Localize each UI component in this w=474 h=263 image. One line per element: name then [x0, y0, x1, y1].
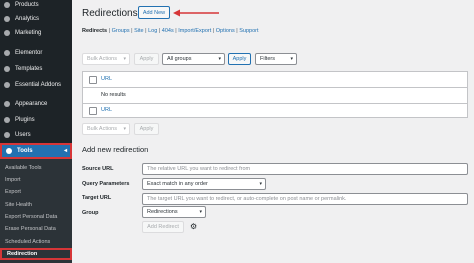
chevron-down-icon: ▾	[123, 126, 126, 132]
subnav-import-export[interactable]: Import/Export	[178, 28, 211, 34]
query-parameters-value: Exact match in any order	[147, 181, 208, 187]
group-label: Group	[82, 210, 99, 216]
menu-label: Products	[15, 2, 39, 8]
menu-label: Tools	[17, 148, 33, 154]
submenu-import[interactable]: Import	[0, 174, 72, 186]
apply-button-bottom[interactable]: Apply	[134, 123, 159, 135]
menu-essential-addons[interactable]: Essential Addons	[0, 77, 72, 93]
source-url-input[interactable]: The relative URL you want to redirect fr…	[142, 163, 468, 175]
submenu-redirection[interactable]: Redirection	[0, 248, 72, 260]
menu-users[interactable]: Users	[0, 127, 72, 143]
menu-label: Marketing	[15, 30, 42, 36]
redirects-table: URL No results URL	[82, 71, 468, 118]
add-new-button[interactable]: Add New	[138, 6, 170, 19]
table-row: No results	[83, 88, 467, 104]
bulk-actions-select-bottom[interactable]: Bulk Actions ▾	[82, 123, 130, 135]
subnav-support[interactable]: Support	[239, 28, 258, 34]
caret-left-icon: ◂	[63, 148, 67, 154]
group-value: Redirections	[147, 209, 178, 215]
query-parameters-select[interactable]: Exact match in any order ▾	[142, 178, 266, 190]
elementor-icon	[4, 50, 10, 56]
users-icon	[4, 132, 10, 138]
bulk-actions-value: Bulk Actions	[87, 126, 117, 132]
subnav-options[interactable]: Options	[216, 28, 235, 34]
url-column-header[interactable]: URL	[101, 72, 112, 87]
subnav-separator: |	[131, 28, 133, 34]
subnav-404s[interactable]: 404s	[162, 28, 174, 34]
group-select[interactable]: Redirections ▾	[142, 206, 206, 218]
filters-select[interactable]: Filters ▾	[255, 53, 297, 65]
menu-label: Templates	[15, 66, 43, 72]
menu-label: Plugins	[15, 117, 35, 123]
page-title: Redirections	[82, 8, 138, 19]
chevron-down-icon: ▾	[218, 56, 221, 62]
no-results-text: No results	[101, 92, 126, 98]
plugins-icon	[4, 117, 10, 123]
subnav: Redirects | Groups | Site | Log | 404s |…	[82, 28, 258, 34]
appearance-icon	[4, 101, 10, 107]
add-redirection-heading: Add new redirection	[82, 145, 149, 154]
group-filter-value: All groups	[167, 56, 192, 62]
menu-appearance[interactable]: Appearance	[0, 96, 72, 112]
menu-tools[interactable]: Tools ◂	[0, 143, 72, 159]
target-url-label: Target URL	[82, 195, 112, 201]
apply-button[interactable]: Apply	[134, 53, 159, 65]
menu-label: Analytics	[15, 16, 40, 22]
target-url-input[interactable]: The target URL you want to redirect, or …	[142, 193, 468, 205]
query-parameters-label: Query Parameters	[82, 181, 130, 187]
chevron-down-icon: ▾	[290, 56, 293, 62]
subnav-groups[interactable]: Groups	[112, 28, 130, 34]
table-header-row: URL	[83, 72, 467, 88]
menu-label: Elementor	[15, 50, 43, 56]
annotation-arrow-icon	[173, 9, 219, 17]
subnav-redirects[interactable]: Redirects	[82, 28, 107, 34]
chevron-down-icon: ▾	[199, 209, 202, 215]
submenu-erase-personal-data[interactable]: Erase Personal Data	[0, 223, 72, 235]
menu-marketing[interactable]: Marketing	[0, 25, 72, 41]
menu-label: Essential Addons	[15, 82, 62, 88]
tools-icon	[6, 148, 12, 154]
subnav-log[interactable]: Log	[148, 28, 157, 34]
bulk-actions-select[interactable]: Bulk Actions ▾	[82, 53, 130, 65]
menu-templates[interactable]: Templates	[0, 61, 72, 77]
add-redirect-button[interactable]: Add Redirect	[142, 221, 184, 233]
menu-label: Appearance	[15, 101, 48, 107]
source-url-label: Source URL	[82, 166, 114, 172]
subnav-separator: |	[175, 28, 177, 34]
addons-icon	[4, 82, 10, 88]
menu-label: Users	[15, 132, 31, 138]
select-all-checkbox[interactable]	[89, 76, 97, 84]
chevron-down-icon: ▾	[123, 56, 126, 62]
gear-icon[interactable]: ⚙	[190, 223, 197, 231]
subnav-separator: |	[108, 28, 111, 34]
submenu-scheduled-actions[interactable]: Scheduled Actions	[0, 236, 72, 248]
submenu-site-health[interactable]: Site Health	[0, 199, 72, 211]
subnav-separator: |	[236, 28, 238, 34]
group-filter-select[interactable]: All groups ▾	[162, 53, 225, 65]
main-content: Redirections Add New Redirects | Groups …	[72, 0, 474, 263]
url-column-footer[interactable]: URL	[101, 103, 112, 118]
table-footer-row: URL	[83, 103, 467, 118]
select-all-checkbox[interactable]	[89, 107, 97, 115]
filters-value: Filters	[260, 56, 275, 62]
tools-submenu: Available Tools Import Export Site Healt…	[0, 159, 72, 263]
menu-plugins[interactable]: Plugins	[0, 112, 72, 128]
submenu-export-personal-data[interactable]: Export Personal Data	[0, 211, 72, 223]
marketing-icon	[4, 30, 10, 36]
menu-elementor[interactable]: Elementor	[0, 45, 72, 61]
analytics-icon	[4, 16, 10, 22]
subnav-separator: |	[145, 28, 147, 34]
submenu-export[interactable]: Export	[0, 186, 72, 198]
templates-icon	[4, 66, 10, 72]
subnav-separator: |	[212, 28, 215, 34]
submenu-available-tools[interactable]: Available Tools	[0, 162, 72, 174]
products-icon	[4, 2, 10, 8]
subnav-separator: |	[158, 28, 161, 34]
subnav-site[interactable]: Site	[134, 28, 143, 34]
admin-sidebar: Products Analytics Marketing Elementor T…	[0, 0, 72, 263]
chevron-down-icon: ▾	[259, 181, 262, 187]
bulk-actions-value: Bulk Actions	[87, 56, 117, 62]
apply-filter-button[interactable]: Apply	[228, 53, 251, 65]
